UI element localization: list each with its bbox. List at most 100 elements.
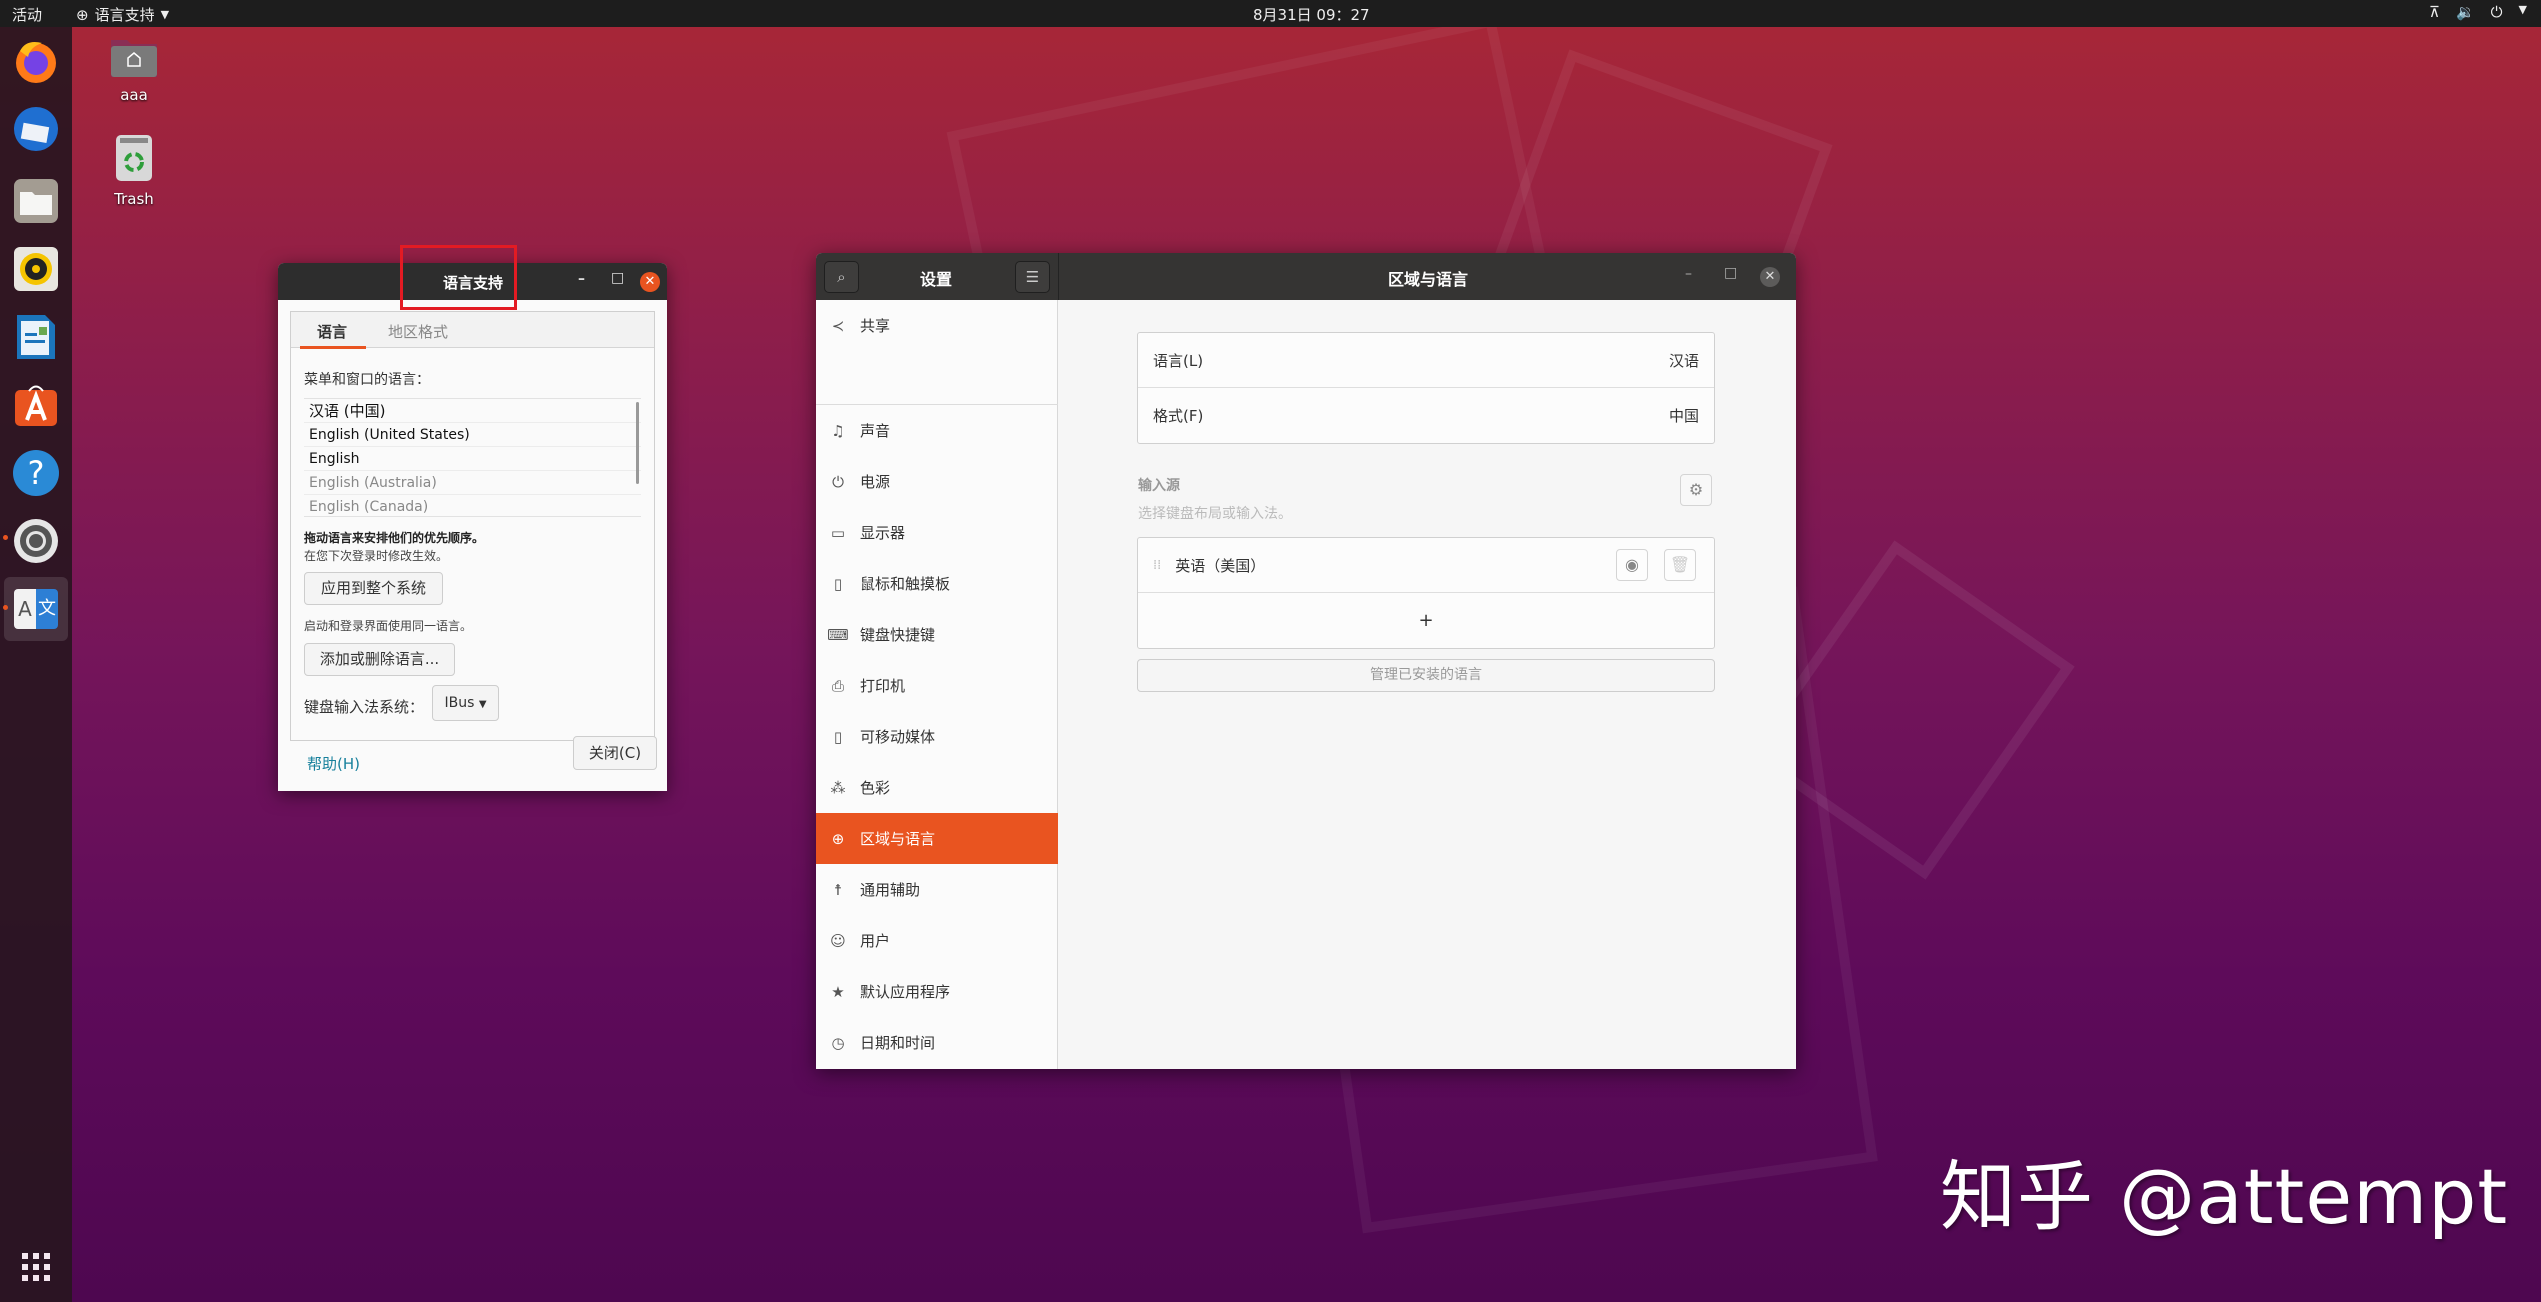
running-indicator <box>3 605 8 610</box>
scrollbar[interactable] <box>636 402 639 484</box>
sidebar-item-about[interactable]: ✦关于 <box>816 1068 1058 1069</box>
users-icon: ☺ <box>830 931 846 950</box>
highlight-box <box>400 245 517 310</box>
settings-icon <box>14 519 58 563</box>
sidebar-item-label: 通用辅助 <box>860 881 921 899</box>
system-tray[interactable]: ⊼ 🔉 ⏻ ▼ <box>2429 3 2527 21</box>
desktop-icon-home[interactable]: aaa <box>89 36 179 104</box>
im-system-select[interactable]: IBus ▼ <box>432 685 499 721</box>
maximize-button[interactable]: □ <box>1724 265 1737 281</box>
share-icon: ≺ <box>831 316 845 335</box>
tab-regional-formats[interactable]: 地区格式 <box>388 321 448 342</box>
desktop-icon-label: aaa <box>120 86 148 104</box>
sidebar-item-date-time[interactable]: ◷ 日期和时间 <box>816 1017 1058 1068</box>
minimize-button[interactable]: – <box>1685 266 1692 282</box>
format-row[interactable]: 格式(F) 中国 <box>1138 388 1714 443</box>
language-icon: A 文 <box>14 589 58 629</box>
input-source-label: 英语（美国） <box>1175 556 1266 575</box>
language-row[interactable]: English <box>304 447 641 471</box>
star-icon: ★ <box>831 982 845 1001</box>
rhythmbox-icon <box>14 247 58 291</box>
sidebar-item-users[interactable]: ☺ 用户 <box>816 915 1058 966</box>
sidebar-item-sound[interactable]: ♫ 声音 <box>816 405 1058 456</box>
sidebar-item-color[interactable]: ⁂ 色彩 <box>816 762 1058 813</box>
header-divider <box>1058 253 1059 300</box>
watermark: 知乎 @attempt <box>1940 1152 2509 1241</box>
dock-software[interactable] <box>10 379 62 431</box>
dock-settings[interactable] <box>10 515 62 567</box>
tab-language[interactable]: 语言 <box>299 321 367 349</box>
sidebar-item-accessibility[interactable]: ☨ 通用辅助 <box>816 864 1058 915</box>
sidebar-item-removable-media[interactable]: ▯ 可移动媒体 <box>816 711 1058 762</box>
remove-input-source-button[interactable]: 🗑 <box>1664 549 1696 581</box>
globe-icon: ⊕ <box>76 5 89 24</box>
dock-help[interactable]: ? <box>10 447 62 499</box>
close-button[interactable]: 关闭(C) <box>573 736 657 770</box>
dock-language-support[interactable]: A 文 <box>4 577 68 641</box>
close-window-button[interactable]: ✕ <box>1760 267 1780 287</box>
dock-rhythmbox[interactable] <box>10 243 62 295</box>
apps-grid-icon <box>22 1253 50 1281</box>
language-row[interactable]: English (United States) <box>304 423 641 447</box>
add-remove-languages-button[interactable]: 添加或删除语言... <box>304 643 455 676</box>
drag-hint: 拖动语言来安排他们的优先顺序。 <box>304 531 485 545</box>
sidebar-item-region-language[interactable]: ⊕ 区域与语言 <box>816 813 1058 864</box>
language-row[interactable]: English (Australia) <box>304 471 641 495</box>
help-icon: ? <box>13 450 59 496</box>
software-icon <box>15 385 57 426</box>
app-menu-label: 语言支持 <box>94 6 155 24</box>
eye-icon: ◉ <box>1625 555 1639 574</box>
trash-icon: 🗑 <box>1669 555 1691 574</box>
sidebar-item-label: 鼠标和触摸板 <box>860 575 951 593</box>
apply-system-wide-button[interactable]: 应用到整个系统 <box>304 572 443 605</box>
add-input-source-button[interactable]: + <box>1138 593 1714 648</box>
settings-window: ⌕ 设置 ☰ 区域与语言 – □ ✕ ≺ 共享 ♫ 声音 ⏻ 电源 ▭ 显示器 ▯ 鼠标和… <box>816 253 1796 1069</box>
settings-header: ⌕ 设置 ☰ 区域与语言 – □ ✕ <box>816 253 1796 300</box>
sidebar-item-displays[interactable]: ▭ 显示器 <box>816 507 1058 558</box>
volume-icon: 🔉 <box>2455 3 2475 21</box>
clock[interactable]: 8月31日 09：27 <box>1253 4 1370 25</box>
input-sources-subtitle: 选择键盘布局或输入法。 <box>1138 506 1292 522</box>
show-apps-button[interactable] <box>10 1241 62 1293</box>
app-menu[interactable]: ⊕ 语言支持 ▼ <box>76 4 169 25</box>
clock-icon: ◷ <box>831 1033 845 1052</box>
maximize-button[interactable]: □ <box>611 270 624 286</box>
dock-files[interactable] <box>10 175 62 227</box>
sidebar-item-mouse[interactable]: ▯ 鼠标和触摸板 <box>816 558 1058 609</box>
language-row[interactable]: 汉语 (中国) <box>304 399 641 423</box>
sidebar-item-label: 电源 <box>860 473 891 491</box>
sidebar-item-default-apps[interactable]: ★ 默认应用程序 <box>816 966 1058 1017</box>
writer-icon <box>17 315 55 359</box>
help-button[interactable]: 帮助(H) <box>307 753 360 774</box>
language-row[interactable]: English (Canada) <box>304 495 641 516</box>
sidebar-item-label: 默认应用程序 <box>860 983 951 1001</box>
language-list[interactable]: 汉语 (中国) English (United States) English … <box>304 398 641 517</box>
close-window-button[interactable]: ✕ <box>640 272 660 292</box>
input-source-row[interactable]: ⁞⁞ 英语（美国） ◉ 🗑 <box>1138 538 1714 593</box>
sidebar-item-power[interactable]: ⏻ 电源 <box>816 456 1058 507</box>
im-system-label: 键盘输入法系统： <box>304 698 425 716</box>
sidebar-item-printers[interactable]: ⎙ 打印机 <box>816 660 1058 711</box>
sidebar-item-label: 声音 <box>860 422 891 440</box>
sidebar-item-sharing[interactable]: ≺ 共享 <box>816 300 1058 351</box>
input-source-options-button[interactable]: ⚙ <box>1680 474 1712 506</box>
drag-handle-icon[interactable]: ⁞⁞ <box>1153 558 1161 573</box>
format-label: 格式(F) <box>1153 407 1204 425</box>
files-icon <box>14 179 58 223</box>
preview-layout-button[interactable]: ◉ <box>1616 549 1648 581</box>
accessibility-icon: ☨ <box>833 880 843 899</box>
dock-thunderbird[interactable] <box>10 103 62 155</box>
activities-button[interactable]: 活动 <box>12 4 42 25</box>
menu-button[interactable]: ☰ <box>1015 261 1050 293</box>
manage-installed-languages-button[interactable]: 管理已安装的语言 <box>1137 659 1715 692</box>
desktop-icon-trash[interactable]: Trash <box>89 134 179 208</box>
search-button[interactable]: ⌕ <box>824 261 859 293</box>
dock-writer[interactable] <box>10 311 62 363</box>
dock-firefox[interactable] <box>10 35 62 87</box>
language-row[interactable]: 语言(L) 汉语 <box>1138 333 1714 388</box>
menu-language-label: 菜单和窗口的语言： <box>304 372 430 388</box>
thunderbird-icon <box>14 107 58 151</box>
minimize-button[interactable]: – <box>578 271 585 287</box>
sidebar-title: 设置 <box>920 270 953 289</box>
sidebar-item-keyboard[interactable]: ⌨ 键盘快捷键 <box>816 609 1058 660</box>
